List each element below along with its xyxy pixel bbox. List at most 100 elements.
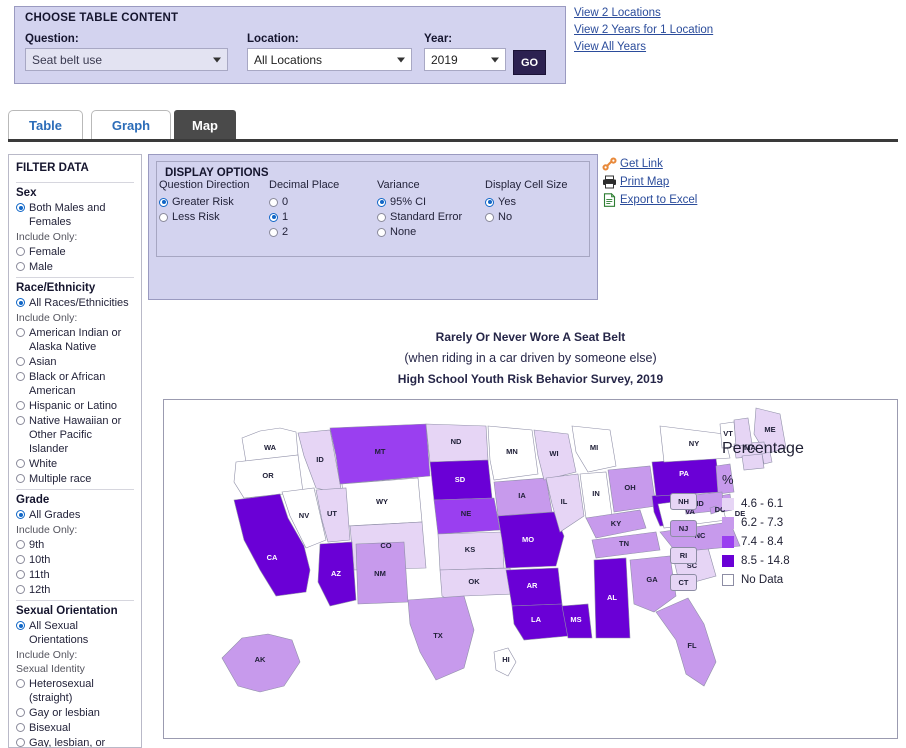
export-to-excel-action[interactable]: Export to Excel	[602, 192, 772, 207]
option-label: All Grades	[29, 509, 81, 521]
include-only-note: Include Only:	[16, 524, 78, 536]
filter-option-11th[interactable]: 11th	[16, 568, 134, 582]
filter-option-10th[interactable]: 10th	[16, 553, 134, 567]
radio-icon[interactable]	[16, 621, 25, 630]
map-state-label-al: AL	[607, 593, 617, 602]
option-decimal-1[interactable]: 1	[269, 211, 339, 223]
filter-option-hispanic-or-latino[interactable]: Hispanic or Latino	[16, 399, 134, 413]
radio-icon[interactable]	[16, 328, 25, 337]
radio-icon[interactable]	[16, 679, 25, 688]
filter-option-asian[interactable]: Asian	[16, 355, 134, 369]
filter-option-american-indian-or-alaska-native[interactable]: American Indian or Alaska Native	[16, 326, 134, 354]
get-link-label[interactable]: Get Link	[620, 158, 663, 170]
include-only-note: Include Only:	[16, 231, 78, 243]
view-2-years-for-1-location-link[interactable]: View 2 Years for 1 Location	[574, 24, 894, 36]
filter-option-bisexual[interactable]: Bisexual	[16, 721, 134, 735]
print-map-action[interactable]: Print Map	[602, 175, 772, 189]
view-all-years-link[interactable]: View All Years	[574, 41, 894, 53]
year-selected-value: 2019	[431, 52, 458, 67]
view-2-locations-link[interactable]: View 2 Locations	[574, 7, 894, 19]
choose-table-content-panel: CHOOSE TABLE CONTENT Question: Seat belt…	[14, 6, 566, 84]
radio-icon[interactable]	[485, 197, 494, 207]
get-link-action[interactable]: Get Link	[602, 157, 772, 171]
filter-option-12th[interactable]: 12th	[16, 583, 134, 597]
small-state-nj[interactable]: NJ	[670, 520, 697, 537]
small-state-nh[interactable]: NH	[670, 493, 697, 510]
tab-table[interactable]: Table	[8, 110, 83, 139]
filter-option-native-hawaiian-or-other-pacific-islander[interactable]: Native Hawaiian or Other Pacific Islande…	[16, 414, 134, 456]
filter-option-all-sexual-orientations[interactable]: All Sexual Orientations	[16, 619, 134, 647]
option-cell-size-yes[interactable]: Yes	[485, 196, 568, 208]
filter-option-all-grades[interactable]: All Grades	[16, 508, 134, 522]
option-decimal-0[interactable]: 0	[269, 196, 339, 208]
small-state-ct[interactable]: CT	[670, 574, 697, 591]
map-state-label-ny: NY	[689, 439, 699, 448]
radio-icon[interactable]	[377, 227, 386, 237]
question-select[interactable]: Seat belt use	[25, 48, 228, 71]
filter-data-panel: FILTER DATA Sex Both Males and Females I…	[8, 154, 142, 748]
radio-icon[interactable]	[16, 723, 25, 732]
radio-icon[interactable]	[16, 401, 25, 410]
radio-icon[interactable]	[16, 298, 25, 307]
filter-option-black-or-african-american[interactable]: Black or African American	[16, 370, 134, 398]
radio-icon[interactable]	[377, 212, 386, 222]
radio-icon[interactable]	[16, 474, 25, 483]
radio-icon[interactable]	[16, 708, 25, 717]
filter-option-multiple-race[interactable]: Multiple race	[16, 472, 134, 486]
map-state-fl[interactable]	[655, 597, 717, 687]
radio-icon[interactable]	[16, 510, 25, 519]
radio-icon[interactable]	[16, 357, 25, 366]
radio-icon[interactable]	[269, 212, 278, 222]
radio-icon[interactable]	[16, 416, 25, 425]
year-select[interactable]: 2019	[424, 48, 506, 71]
filter-option-9th[interactable]: 9th	[16, 538, 134, 552]
radio-icon[interactable]	[159, 197, 168, 207]
radio-icon[interactable]	[16, 372, 25, 381]
option-less-risk[interactable]: Less Risk	[159, 211, 250, 223]
option-95-ci[interactable]: 95% CI	[377, 196, 462, 208]
year-field: Year: 2019	[424, 33, 506, 71]
legend-swatch	[722, 536, 734, 548]
filter-option-male[interactable]: Male	[16, 260, 134, 274]
radio-icon[interactable]	[159, 212, 168, 222]
small-state-ri[interactable]: RI	[670, 547, 697, 564]
radio-icon[interactable]	[485, 212, 494, 222]
tab-graph[interactable]: Graph	[91, 110, 171, 139]
filter-option-white[interactable]: White	[16, 457, 134, 471]
tab-map[interactable]: Map	[174, 110, 236, 139]
filter-option-all-races-ethnicities[interactable]: All Races/Ethnicities	[16, 296, 134, 310]
option-cell-size-no[interactable]: No	[485, 211, 568, 223]
map-state-label-id: ID	[316, 455, 324, 464]
radio-icon[interactable]	[16, 738, 25, 747]
legend-label: 8.5 - 14.8	[741, 555, 790, 567]
radio-icon[interactable]	[269, 197, 278, 207]
filter-option-gay-lesbian-or-bisexual[interactable]: Gay, lesbian, or bisexual	[16, 736, 134, 747]
radio-icon[interactable]	[16, 262, 25, 271]
option-decimal-2[interactable]: 2	[269, 226, 339, 238]
radio-icon[interactable]	[16, 459, 25, 468]
filter-option-both-males-and-females[interactable]: Both Males and Females	[16, 201, 134, 229]
chooser-go-button[interactable]: GO	[513, 50, 546, 75]
radio-icon[interactable]	[377, 197, 386, 207]
print-map-label[interactable]: Print Map	[620, 176, 669, 188]
map-state-label-ky: KY	[611, 519, 621, 528]
option-greater-risk[interactable]: Greater Risk	[159, 196, 250, 208]
radio-icon[interactable]	[16, 585, 25, 594]
radio-icon[interactable]	[16, 247, 25, 256]
column-header: Question Direction	[159, 179, 250, 191]
map-state-label-in: IN	[592, 489, 600, 498]
filter-option-gay-or-lesbian[interactable]: Gay or lesbian	[16, 706, 134, 720]
map-state-label-mt: MT	[375, 447, 386, 456]
option-variance-none[interactable]: None	[377, 226, 462, 238]
radio-icon[interactable]	[16, 555, 25, 564]
radio-icon[interactable]	[269, 227, 278, 237]
option-standard-error[interactable]: Standard Error	[377, 211, 462, 223]
radio-icon[interactable]	[16, 203, 25, 212]
radio-icon[interactable]	[16, 570, 25, 579]
location-select[interactable]: All Locations	[247, 48, 412, 71]
radio-icon[interactable]	[16, 540, 25, 549]
filter-option-female[interactable]: Female	[16, 245, 134, 259]
legend-swatch	[722, 574, 734, 586]
filter-option-heterosexual-straight[interactable]: Heterosexual (straight)	[16, 677, 134, 705]
export-to-excel-label[interactable]: Export to Excel	[620, 194, 697, 206]
